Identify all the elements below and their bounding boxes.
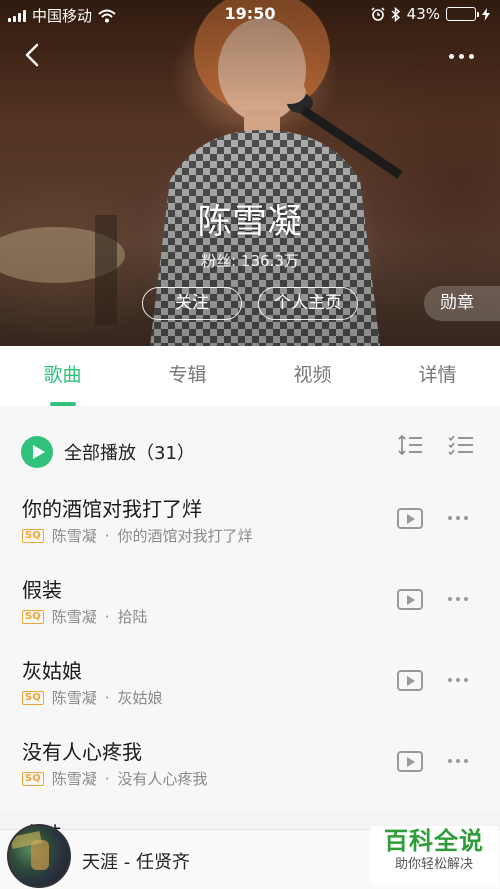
song-title: 灰姑娘 — [22, 659, 82, 683]
song-meta: SQ 陈雪凝 · 灰姑娘 — [22, 687, 163, 708]
artist-header: 中国移动 19:50 43% 陈雪凝 粉丝: 136.3万 关注 个人主页 勋章 — [0, 0, 500, 346]
song-title: 你的酒馆对我打了烊 — [22, 497, 202, 521]
song-more-icon[interactable] — [448, 759, 468, 763]
song-list: 你的酒馆对我打了烊 SQ 陈雪凝 · 你的酒馆对我打了烊 假装 SQ 陈雪凝 ·… — [0, 486, 500, 810]
alarm-icon — [371, 7, 385, 21]
more-options-icon[interactable] — [444, 44, 478, 68]
album-cover[interactable] — [7, 824, 71, 888]
battery-icon — [446, 7, 479, 21]
song-meta: SQ 陈雪凝 · 没有人心疼我 — [22, 768, 208, 789]
song-album: 你的酒馆对我打了烊 — [117, 527, 253, 545]
tab-bar: 歌曲 专辑 视频 详情 — [0, 346, 500, 406]
song-row[interactable]: 假装 SQ 陈雪凝 · 拾陆 — [0, 567, 500, 648]
song-row[interactable]: 你的酒馆对我打了烊 SQ 陈雪凝 · 你的酒馆对我打了烊 — [0, 486, 500, 567]
song-meta: SQ 陈雪凝 · 拾陆 — [22, 606, 148, 627]
artist-name: 陈雪凝 — [197, 202, 303, 242]
status-bar: 中国移动 19:50 43% — [0, 0, 500, 28]
song-album: 没有人心疼我 — [117, 770, 208, 788]
song-album: 灰姑娘 — [117, 689, 163, 707]
separator: · — [104, 607, 110, 626]
song-title: 假装 — [22, 578, 62, 602]
separator: · — [104, 769, 110, 788]
tab-songs[interactable]: 歌曲 — [0, 346, 125, 406]
song-meta: SQ 陈雪凝 · 你的酒馆对我打了烊 — [22, 525, 253, 546]
song-row[interactable]: 灰姑娘 SQ 陈雪凝 · 灰姑娘 — [0, 648, 500, 729]
back-icon[interactable] — [18, 40, 48, 70]
sq-badge: SQ — [22, 528, 44, 543]
play-all-bar[interactable]: 全部播放（31） — [0, 406, 500, 486]
mv-play-icon[interactable] — [397, 508, 423, 529]
sq-badge: SQ — [22, 609, 44, 624]
play-icon[interactable] — [21, 436, 53, 468]
homepage-button[interactable]: 个人主页 — [258, 287, 358, 320]
sq-badge: SQ — [22, 690, 44, 705]
watermark-title: 百科全说 — [384, 827, 484, 855]
sq-badge: SQ — [22, 771, 44, 786]
mv-play-icon[interactable] — [397, 751, 423, 772]
medal-button[interactable]: 勋章 — [424, 286, 500, 321]
tab-details[interactable]: 详情 — [375, 346, 500, 406]
tab-albums[interactable]: 专辑 — [125, 346, 250, 406]
song-more-icon[interactable] — [448, 597, 468, 601]
mv-play-icon[interactable] — [397, 670, 423, 691]
separator: · — [104, 688, 110, 707]
sort-icon[interactable] — [398, 434, 424, 456]
tab-videos[interactable]: 视频 — [250, 346, 375, 406]
bluetooth-icon — [391, 6, 400, 22]
separator: · — [104, 526, 110, 545]
fans-count: 粉丝: 136.3万 — [201, 252, 299, 270]
song-album: 拾陆 — [117, 608, 148, 626]
song-row[interactable]: 没有人心疼我 SQ 陈雪凝 · 没有人心疼我 — [0, 729, 500, 810]
song-artist: 陈雪凝 — [51, 527, 97, 545]
now-playing-track: 天涯 - 任贤齐 — [82, 852, 190, 873]
song-more-icon[interactable] — [448, 516, 468, 520]
song-artist: 陈雪凝 — [51, 770, 97, 788]
mv-play-icon[interactable] — [397, 589, 423, 610]
multi-select-icon[interactable] — [448, 434, 474, 456]
battery-percent: 43% — [406, 5, 440, 23]
charging-icon — [482, 7, 490, 21]
watermark-logo: 百科全说 助你轻松解决 — [370, 826, 498, 884]
song-title: 没有人心疼我 — [22, 740, 142, 764]
follow-button[interactable]: 关注 — [142, 287, 242, 320]
watermark-subtitle: 助你轻松解决 — [394, 857, 473, 872]
song-artist: 陈雪凝 — [51, 689, 97, 707]
play-all-label[interactable]: 全部播放（31） — [64, 439, 195, 465]
song-artist: 陈雪凝 — [51, 608, 97, 626]
song-more-icon[interactable] — [448, 678, 468, 682]
